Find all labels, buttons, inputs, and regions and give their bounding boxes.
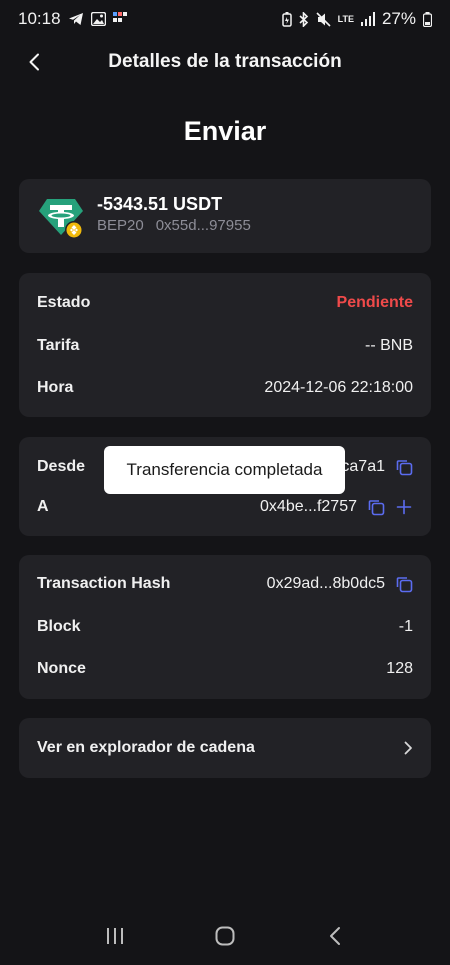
lte-indicator: LTE	[337, 13, 354, 24]
block-value: -1	[398, 618, 413, 635]
asset-card: -5343.51 USDT BEP20 0x55d...97955	[19, 179, 431, 253]
status-right: LTE 27%	[281, 9, 432, 29]
toast-message: Transferencia completada	[104, 446, 345, 494]
transaction-amount: -5343.51 USDT	[97, 194, 223, 214]
time-value: 2024-12-06 22:18:00	[264, 379, 413, 396]
gallery-icon	[90, 12, 106, 26]
asset-subtitle: BEP20 0x55d...97955	[97, 217, 251, 234]
battery-icon	[423, 11, 432, 27]
signal-icon	[360, 12, 375, 26]
status-label: Estado	[37, 294, 91, 311]
tether-usdt-icon	[37, 195, 85, 241]
hash-value: 0x29ad...8b0dc5	[266, 575, 385, 592]
hash-row: Transaction Hash 0x29ad...8b0dc5	[37, 572, 413, 596]
hash-label: Transaction Hash	[37, 575, 171, 592]
system-nav-bar	[0, 907, 450, 965]
header-title: Detalles de la transacción	[108, 51, 342, 72]
to-label: A	[37, 498, 49, 515]
status-row: Estado Pendiente	[37, 291, 413, 315]
home-icon	[215, 926, 235, 946]
copy-hash-icon[interactable]	[395, 575, 413, 593]
from-label: Desde	[37, 458, 86, 475]
chevron-right-icon	[404, 741, 412, 755]
block-row: Block -1	[37, 615, 413, 639]
status-time: 10:18	[18, 9, 61, 28]
explorer-label: Ver en explorador de cadena	[37, 739, 255, 756]
view-explorer-button[interactable]: Ver en explorador de cadena	[19, 718, 431, 778]
hash-value-wrap: 0x29ad...8b0dc5	[267, 575, 413, 593]
block-label: Block	[37, 618, 81, 635]
chain-info-card: Transaction Hash 0x29ad...8b0dc5 Block -…	[19, 555, 431, 699]
battery-saver-icon	[281, 11, 292, 27]
asset-network: BEP20	[97, 217, 144, 234]
nonce-row: Nonce 128	[37, 657, 413, 681]
app-notification-icon	[112, 12, 127, 26]
app-header: Detalles de la transacción	[0, 40, 450, 84]
telegram-icon	[68, 12, 84, 26]
copy-to-icon[interactable]	[367, 498, 385, 516]
time-row: Hora 2024-12-06 22:18:00	[37, 376, 413, 400]
from-value-wrap: ca7a1	[341, 458, 413, 476]
status-badge: Pendiente	[336, 294, 413, 311]
home-button[interactable]	[205, 916, 245, 956]
mute-icon	[316, 11, 331, 27]
asset-contract: 0x55d...97955	[155, 217, 251, 234]
system-back-button[interactable]	[315, 916, 355, 956]
nonce-value: 128	[386, 660, 413, 677]
details-card: Estado Pendiente Tarifa -- BNB Hora 2024…	[19, 273, 431, 417]
from-address: ca7a1	[341, 458, 385, 475]
back-arrow-icon	[330, 927, 340, 945]
fee-label: Tarifa	[37, 337, 80, 354]
to-value-wrap: 0x4be...f2757	[260, 498, 413, 516]
add-contact-icon[interactable]	[395, 498, 413, 516]
bluetooth-icon	[299, 11, 309, 27]
fee-value: -- BNB	[365, 337, 413, 354]
recent-apps-button[interactable]	[95, 916, 135, 956]
page-title: Enviar	[183, 116, 267, 146]
fee-row: Tarifa -- BNB	[37, 334, 413, 358]
to-address: 0x4be...f2757	[260, 498, 357, 515]
time-label: Hora	[37, 379, 74, 396]
status-left: 10:18	[18, 9, 127, 29]
back-button[interactable]	[22, 50, 46, 74]
status-bar: 10:18 LTE 27%	[0, 0, 450, 38]
recent-apps-icon	[107, 928, 123, 944]
copy-from-icon[interactable]	[395, 458, 413, 476]
battery-percent: 27%	[381, 9, 416, 28]
to-row: A 0x4be...f2757	[37, 495, 413, 519]
nonce-label: Nonce	[37, 660, 86, 677]
chevron-left-icon	[29, 53, 39, 71]
